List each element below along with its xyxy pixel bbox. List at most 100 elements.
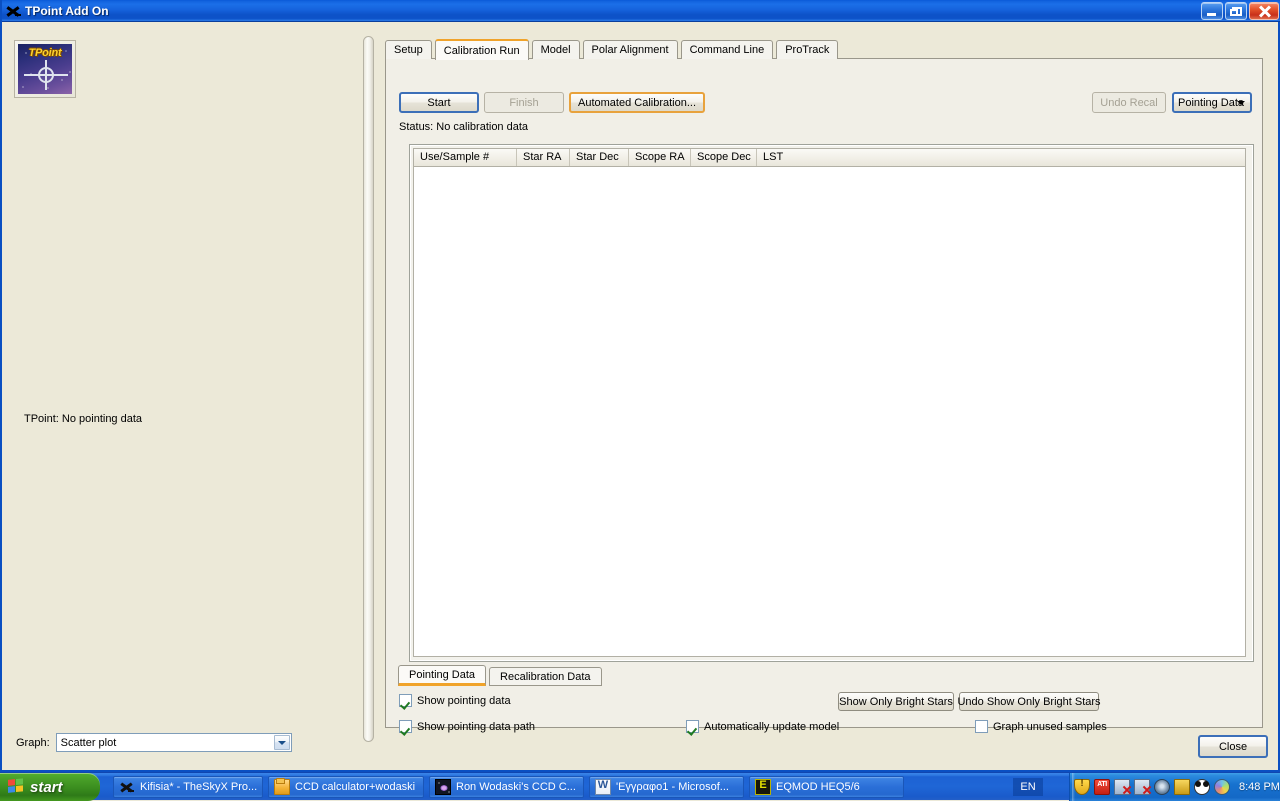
taskbar-item-ron-wodaski[interactable]: Ron Wodaski's CCD C... bbox=[429, 776, 584, 798]
checkbox-show-pointing-data[interactable]: Show pointing data bbox=[399, 694, 511, 707]
tab-command-line[interactable]: Command Line bbox=[680, 40, 774, 59]
volume-icon[interactable] bbox=[1154, 779, 1170, 795]
tab-model[interactable]: Model bbox=[531, 40, 580, 59]
tab-label: Polar Alignment bbox=[591, 44, 669, 56]
graph-selector-row: Graph: Scatter plot bbox=[16, 733, 292, 752]
main-tabstrip: Setup Calibration Run Model Polar Alignm… bbox=[385, 38, 841, 60]
eqmod-icon bbox=[755, 779, 771, 795]
automated-calibration-label: Automated Calibration... bbox=[578, 96, 697, 109]
column-header-star-ra[interactable]: Star RA bbox=[517, 149, 570, 166]
security-shield-icon[interactable] bbox=[1074, 778, 1090, 795]
checkbox-box[interactable] bbox=[686, 720, 699, 733]
subtab-pointing-data[interactable]: Pointing Data bbox=[398, 665, 487, 686]
graph-type-value: Scatter plot bbox=[60, 736, 117, 749]
minimize-button[interactable] bbox=[1201, 2, 1223, 20]
start-button-label: start bbox=[30, 778, 63, 796]
finish-button[interactable]: Finish bbox=[484, 92, 564, 113]
tab-calibration-run[interactable]: Calibration Run bbox=[434, 39, 529, 60]
tpoint-logo-icon: TPoint bbox=[14, 40, 76, 98]
taskbar-item-theskyx[interactable]: Kifisia* - TheSkyX Pro... bbox=[113, 776, 263, 798]
tpoint-logo-label: TPoint bbox=[28, 47, 62, 59]
taskbar-item-ccd-calculator[interactable]: CCD calculator+wodaski bbox=[268, 776, 424, 798]
taskbar-item-label: EQMOD HEQ5/6 bbox=[776, 781, 860, 793]
tab-label: Model bbox=[540, 44, 571, 56]
chevron-down-icon bbox=[1237, 101, 1245, 105]
undo-show-only-bright-stars-button[interactable]: Undo Show Only Bright Stars bbox=[957, 692, 1101, 711]
pointing-data-dropdown-label: Pointing Data bbox=[1178, 96, 1245, 109]
checkbox-automatically-update-model[interactable]: Automatically update model bbox=[686, 720, 839, 733]
restore-button[interactable] bbox=[1225, 2, 1247, 20]
tabbed-dialog: Setup Calibration Run Model Polar Alignm… bbox=[385, 38, 1263, 733]
checkbox-box[interactable] bbox=[399, 694, 412, 707]
checkbox-box[interactable] bbox=[399, 720, 412, 733]
tpoint-x-icon bbox=[5, 3, 21, 19]
tab-label: ProTrack bbox=[785, 44, 830, 56]
data-subtabs: Pointing Data Recalibration Data bbox=[398, 665, 605, 686]
subtab-label: Recalibration Data bbox=[500, 670, 591, 683]
close-dialog-button[interactable]: Close bbox=[1198, 735, 1268, 758]
panda-antivirus-icon[interactable] bbox=[1194, 779, 1210, 795]
checkbox-label: Show pointing data path bbox=[417, 720, 536, 733]
tpoint-add-on-window: TPoint Add On TPoint TPoint: No pointing… bbox=[0, 0, 1280, 772]
pointing-data-dropdown-button[interactable]: Pointing Data bbox=[1172, 92, 1252, 113]
undo-recal-label: Undo Recal bbox=[1100, 96, 1158, 109]
pane-splitter-handle[interactable] bbox=[363, 36, 374, 742]
close-button[interactable] bbox=[1249, 2, 1279, 20]
start-button[interactable]: start bbox=[0, 773, 100, 801]
checkbox-box[interactable] bbox=[975, 720, 988, 733]
theskyx-x-icon bbox=[119, 779, 135, 795]
clock[interactable]: 8:48 PM bbox=[1239, 781, 1280, 793]
windows-taskbar: start Kifisia* - TheSkyX Pro... CCD calc… bbox=[0, 772, 1280, 801]
taskbar-item-word-document[interactable]: 'Εγγραφο1 - Microsof... bbox=[589, 776, 744, 798]
grid-header-row: Use/Sample # Star RA Star Dec Scope RA S… bbox=[413, 148, 1246, 167]
show-only-bright-stars-button[interactable]: Show Only Bright Stars bbox=[838, 692, 954, 711]
checkbox-show-pointing-data-path[interactable]: Show pointing data path bbox=[399, 720, 535, 733]
taskbar-item-label: Kifisia* - TheSkyX Pro... bbox=[140, 781, 258, 793]
checkbox-label: Graph unused samples bbox=[993, 720, 1107, 733]
tab-label: Setup bbox=[394, 44, 423, 56]
media-disc-icon[interactable] bbox=[1214, 779, 1230, 795]
subtab-recalibration-data[interactable]: Recalibration Data bbox=[489, 667, 602, 686]
show-only-bright-stars-label: Show Only Bright Stars bbox=[839, 695, 953, 708]
taskbar-item-label: CCD calculator+wodaski bbox=[295, 781, 416, 793]
chevron-down-icon[interactable] bbox=[273, 735, 290, 750]
column-header-scope-ra[interactable]: Scope RA bbox=[629, 149, 691, 166]
taskbar-item-label: 'Εγγραφο1 - Microsof... bbox=[616, 781, 729, 793]
taskbar-item-eqmod[interactable]: EQMOD HEQ5/6 bbox=[749, 776, 904, 798]
graph-label: Graph: bbox=[16, 736, 50, 749]
tab-label: Calibration Run bbox=[443, 44, 520, 57]
grid-body-empty[interactable] bbox=[413, 167, 1246, 657]
calibration-status-text: Status: No calibration data bbox=[399, 121, 529, 133]
ati-catalyst-icon[interactable] bbox=[1094, 779, 1110, 795]
column-header-lst[interactable]: LST bbox=[757, 149, 857, 166]
column-header-star-dec[interactable]: Star Dec bbox=[570, 149, 629, 166]
removable-disk-icon[interactable] bbox=[1174, 779, 1190, 795]
undo-recal-button[interactable]: Undo Recal bbox=[1092, 92, 1166, 113]
automated-calibration-button[interactable]: Automated Calibration... bbox=[569, 92, 705, 113]
undo-show-only-bright-stars-label: Undo Show Only Bright Stars bbox=[957, 695, 1101, 708]
tpoint-status-message: TPoint: No pointing data bbox=[24, 413, 143, 425]
language-indicator[interactable]: EN bbox=[1013, 778, 1043, 796]
checkbox-graph-unused-samples[interactable]: Graph unused samples bbox=[975, 720, 1107, 733]
start-button[interactable]: Start bbox=[399, 92, 479, 113]
tab-polar-alignment[interactable]: Polar Alignment bbox=[582, 40, 678, 59]
windows-flag-icon bbox=[8, 778, 25, 796]
window-titlebar: TPoint Add On bbox=[2, 0, 1280, 22]
subtab-label: Pointing Data bbox=[409, 668, 476, 681]
column-header-use-sample[interactable]: Use/Sample # bbox=[414, 149, 517, 166]
left-graph-pane: TPoint TPoint: No pointing data Graph: S… bbox=[4, 22, 360, 770]
graph-type-select[interactable]: Scatter plot bbox=[55, 733, 292, 752]
start-button-label: Start bbox=[427, 96, 451, 109]
network-disconnected-2-icon[interactable] bbox=[1134, 779, 1152, 795]
tab-protrack[interactable]: ProTrack bbox=[776, 40, 839, 59]
photo-icon bbox=[435, 779, 451, 795]
calibration-run-panel: Start Finish Automated Calibration... Un… bbox=[385, 58, 1263, 733]
word-icon bbox=[595, 779, 611, 795]
network-disconnected-icon[interactable] bbox=[1114, 779, 1132, 795]
window-title: TPoint Add On bbox=[25, 3, 109, 18]
taskbar-item-label: Ron Wodaski's CCD C... bbox=[456, 781, 576, 793]
column-header-scope-dec[interactable]: Scope Dec bbox=[691, 149, 757, 166]
finish-button-label: Finish bbox=[509, 96, 539, 109]
tab-setup[interactable]: Setup bbox=[385, 40, 432, 59]
checkbox-label: Show pointing data bbox=[417, 694, 511, 707]
